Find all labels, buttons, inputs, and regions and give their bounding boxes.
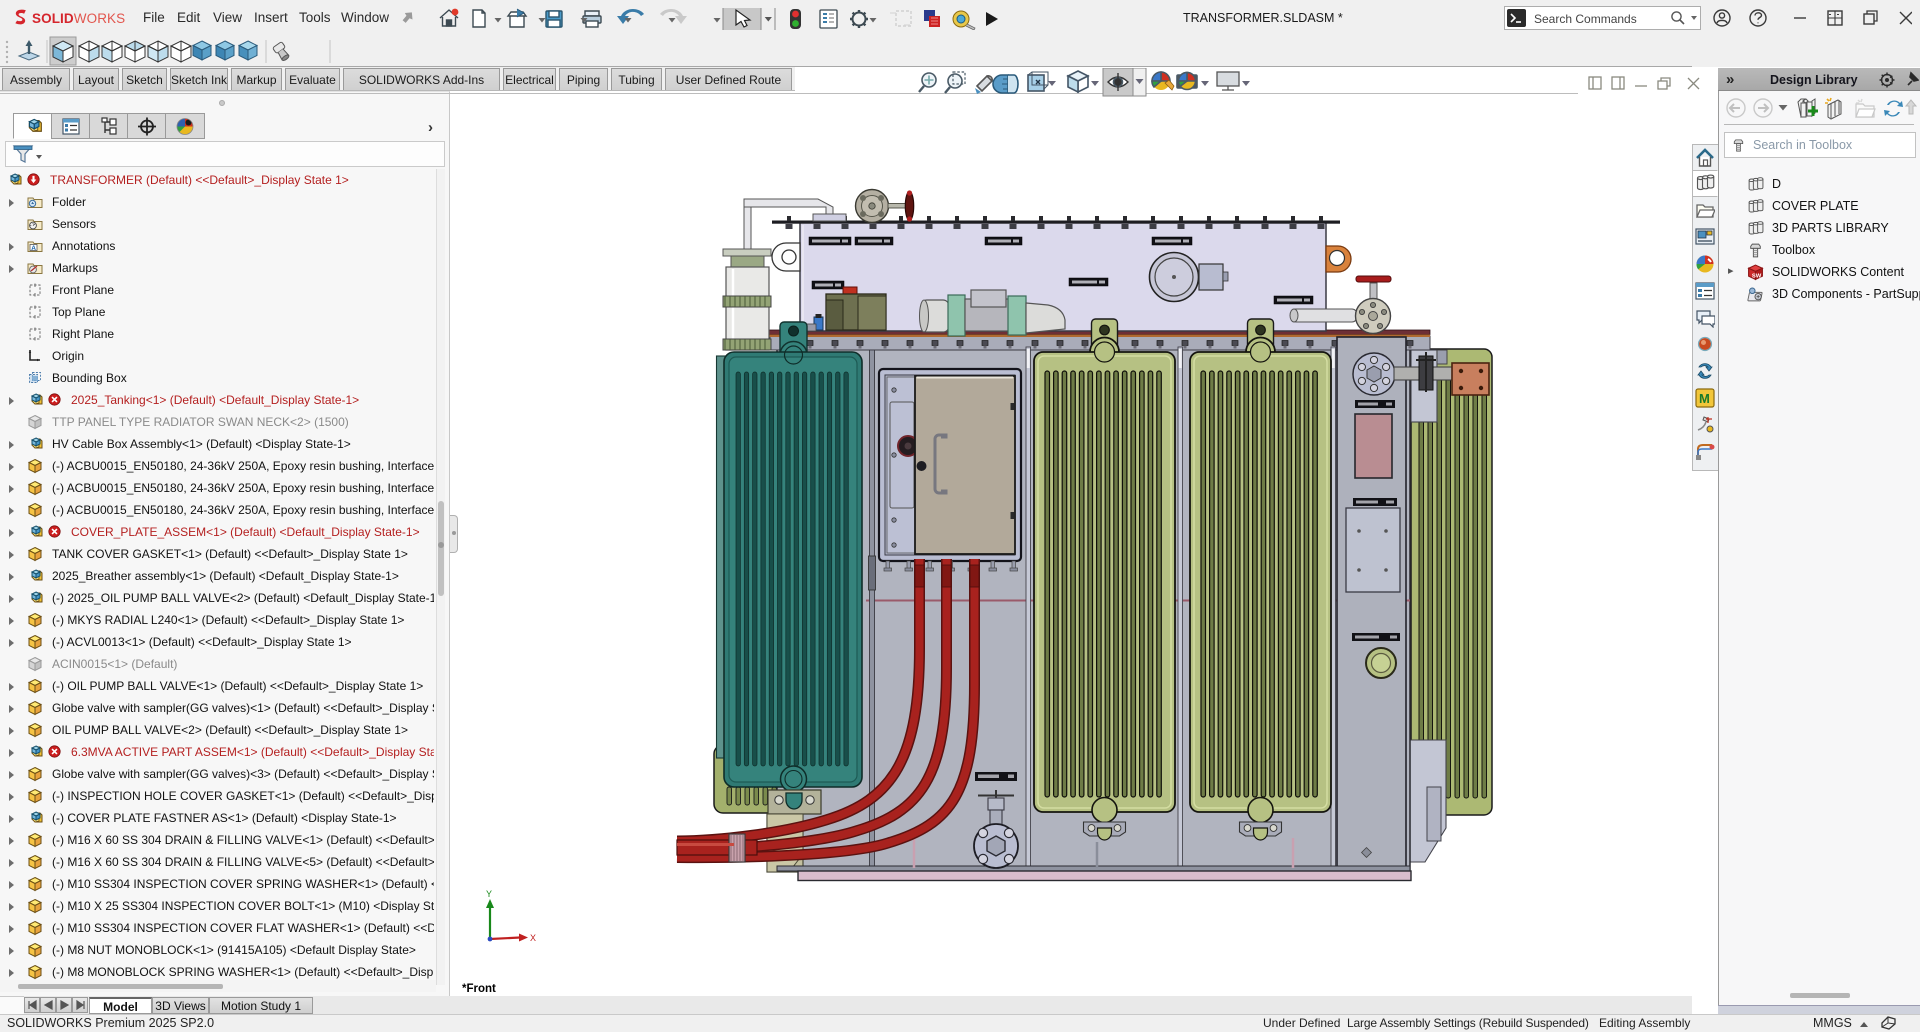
svg-text:X: X [530,933,536,943]
svg-text:M: M [1699,391,1710,406]
svg-text:Y: Y [486,889,492,899]
svg-text:*Front: *Front [462,983,496,995]
svg-text:SOLIDWORKS: SOLIDWORKS [32,11,125,26]
